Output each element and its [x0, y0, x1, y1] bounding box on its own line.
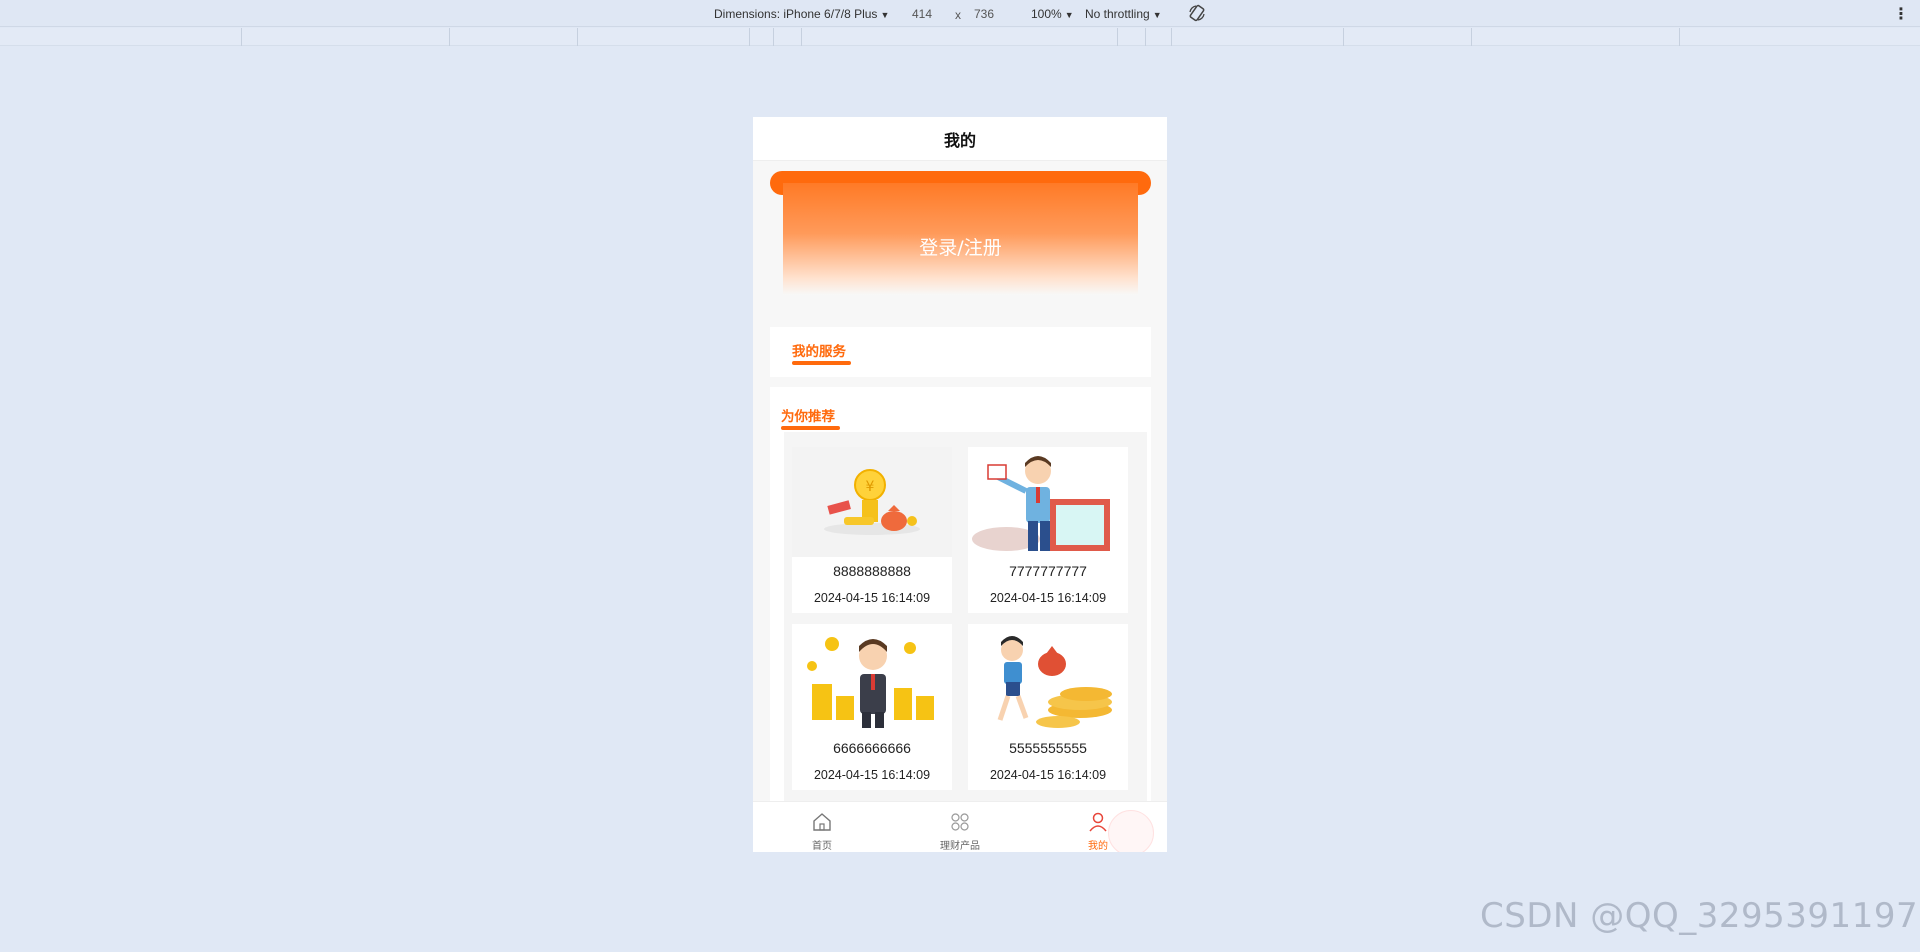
tab-home[interactable]: 首页 — [753, 802, 891, 852]
section-title: 为你推荐 — [781, 409, 835, 425]
device-label: Dimensions: iPhone 6/7/8 Plus — [714, 7, 878, 21]
businessman-with-board-illustration — [968, 447, 1128, 557]
page-header: 我的 — [753, 117, 1167, 161]
product-name: 7777777777 — [1009, 563, 1087, 579]
ruler-tick — [1471, 28, 1472, 46]
product-date: 2024-04-15 16:14:09 — [989, 591, 1107, 605]
product-name: 6666666666 — [833, 740, 911, 756]
boy-with-coins-illustration — [968, 624, 1128, 734]
throttling-select[interactable]: No throttling ▼ — [1085, 7, 1162, 21]
login-banner: 登录/注册 — [753, 161, 1167, 301]
tab-mine[interactable]: 我的 — [1029, 802, 1167, 852]
rotate-icon[interactable] — [1187, 3, 1207, 23]
section-underline — [792, 361, 851, 365]
ruler-tick — [577, 28, 578, 46]
width-input[interactable]: 414 — [912, 7, 932, 21]
ruler-tick — [241, 28, 242, 46]
zoom-select[interactable]: 100% ▼ — [1031, 7, 1074, 21]
ruler-tick — [1343, 28, 1344, 46]
section-title: 我的服务 — [792, 344, 846, 360]
mobile-viewport: 我的 登录/注册 我的服务 为你推荐 ¥ 8888888888 2024-04-… — [753, 117, 1167, 852]
gold-coin-money-bag-illustration: ¥ — [792, 447, 952, 557]
ruler-tick — [749, 28, 750, 46]
product-date: 2024-04-15 16:14:09 — [813, 768, 931, 782]
media-query-ruler — [0, 28, 1920, 46]
login-register-link[interactable]: 登录/注册 — [783, 233, 1138, 260]
section-underline — [781, 426, 840, 430]
devtools-toolbar: Dimensions: iPhone 6/7/8 Plus ▼ 414 x 736… — [0, 0, 1920, 27]
watermark: CSDN @QQ_3295391197 — [1480, 896, 1919, 936]
throttling-value: No throttling — [1085, 7, 1150, 21]
page-title: 我的 — [943, 130, 976, 150]
product-card[interactable]: 5555555555 2024-04-15 16:14:09 — [968, 624, 1128, 790]
ruler-tick — [1117, 28, 1118, 46]
home-icon — [813, 813, 831, 831]
height-input[interactable]: 736 — [974, 7, 994, 21]
chevron-down-icon: ▼ — [1152, 10, 1162, 20]
tab-products[interactable]: 理财产品 — [891, 802, 1029, 852]
more-options-icon[interactable]: ⋮ — [1893, 4, 1909, 24]
ruler-tick — [773, 28, 774, 46]
recommend-section: 为你推荐 ¥ 8888888888 2024-04-15 16:14:09 77… — [770, 387, 1151, 812]
ruler-tick — [1679, 28, 1680, 46]
svg-text:¥: ¥ — [866, 479, 875, 495]
tab-label: 首页 — [812, 841, 832, 852]
dimension-separator: x — [955, 8, 961, 22]
product-date: 2024-04-15 16:14:09 — [989, 768, 1107, 782]
my-services-section: 我的服务 — [770, 327, 1151, 377]
ruler-tick — [801, 28, 802, 46]
product-card[interactable]: 7777777777 2024-04-15 16:14:09 — [968, 447, 1128, 613]
login-card[interactable]: 登录/注册 — [783, 183, 1138, 295]
product-name: 5555555555 — [1009, 740, 1087, 756]
product-card[interactable]: ¥ 8888888888 2024-04-15 16:14:09 — [792, 447, 952, 613]
tab-label: 我的 — [1088, 841, 1108, 852]
ruler-tick — [449, 28, 450, 46]
ruler-tick — [1171, 28, 1172, 46]
bottom-tab-bar: 首页 理财产品 我的 — [753, 801, 1167, 852]
product-card[interactable]: 6666666666 2024-04-15 16:14:09 — [792, 624, 952, 790]
device-dimensions-select[interactable]: Dimensions: iPhone 6/7/8 Plus ▼ — [714, 7, 889, 21]
user-icon — [1089, 812, 1107, 832]
businessman-with-coin-stacks-illustration — [792, 624, 952, 734]
product-date: 2024-04-15 16:14:09 — [813, 591, 931, 605]
chevron-down-icon: ▼ — [1064, 10, 1074, 20]
grid-icon — [951, 813, 969, 831]
ruler-tick — [1145, 28, 1146, 46]
zoom-value: 100% — [1031, 7, 1062, 21]
chevron-down-icon: ▼ — [880, 10, 890, 20]
product-name: 8888888888 — [833, 563, 911, 579]
tab-label: 理财产品 — [940, 841, 980, 852]
